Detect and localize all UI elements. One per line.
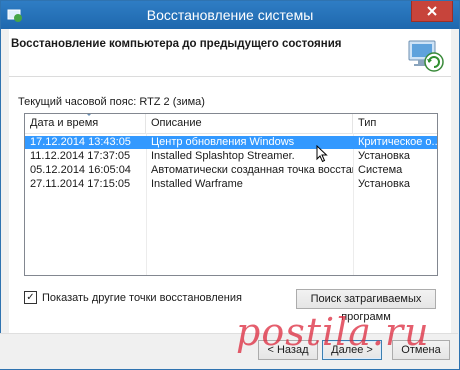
row-date: 27.11.2014 17:15:05 bbox=[30, 178, 131, 190]
row-date: 17.12.2014 13:43:05 bbox=[30, 136, 131, 148]
column-header-type[interactable]: Тип bbox=[353, 114, 437, 133]
row-type: Критическое о... bbox=[358, 136, 437, 148]
show-more-checkbox[interactable]: ✓ bbox=[24, 291, 37, 304]
postila-watermark: postila.ru bbox=[236, 310, 430, 354]
scan-affected-programs-button[interactable]: Поиск затрагиваемых программ bbox=[296, 289, 436, 323]
row-description: Installed Warframe bbox=[151, 178, 243, 190]
row-type: Система bbox=[358, 164, 403, 176]
row-date: 11.12.2014 17:37:05 bbox=[30, 150, 131, 162]
column-header-date[interactable]: Дата и время bbox=[25, 114, 146, 133]
column-header-description[interactable]: Описание bbox=[146, 114, 353, 133]
row-type: Установка bbox=[358, 178, 410, 190]
row-type: Установка bbox=[358, 150, 410, 162]
table-row[interactable]: 17.12.2014 13:43:05 Центр обновления Win… bbox=[25, 136, 437, 149]
show-more-points-option[interactable]: ✓ Показать другие точки восстановления bbox=[24, 291, 242, 304]
system-restore-icon bbox=[408, 40, 444, 72]
table-row[interactable]: 05.12.2014 16:05:04 Автоматически создан… bbox=[25, 164, 437, 177]
wizard-heading: Восстановление компьютера до предыдущего… bbox=[11, 38, 342, 50]
row-description: Автоматически созданная точка восстанов.… bbox=[151, 164, 353, 176]
sort-indicator-icon bbox=[85, 114, 93, 116]
table-row[interactable]: 11.12.2014 17:37:05 Installed Splashtop … bbox=[25, 150, 437, 163]
table-row[interactable]: 27.11.2014 17:15:05 Installed Warframe У… bbox=[25, 178, 437, 191]
close-button[interactable] bbox=[411, 1, 453, 22]
window-title: Восстановление системы bbox=[146, 7, 314, 23]
mouse-cursor-icon bbox=[316, 145, 328, 163]
close-icon bbox=[427, 6, 437, 16]
title-bar[interactable]: Восстановление системы bbox=[1, 1, 459, 29]
row-date: 05.12.2014 16:05:04 bbox=[30, 164, 131, 176]
timezone-label: Текущий часовой пояс: RTZ 2 (зима) bbox=[18, 96, 205, 108]
restore-points-list[interactable]: Дата и время Описание Тип 17.12.2014 13:… bbox=[24, 113, 438, 276]
wizard-header: Восстановление компьютера до предыдущего… bbox=[9, 29, 451, 77]
show-more-label: Показать другие точки восстановления bbox=[42, 291, 242, 304]
list-header: Дата и время Описание Тип bbox=[25, 114, 437, 134]
